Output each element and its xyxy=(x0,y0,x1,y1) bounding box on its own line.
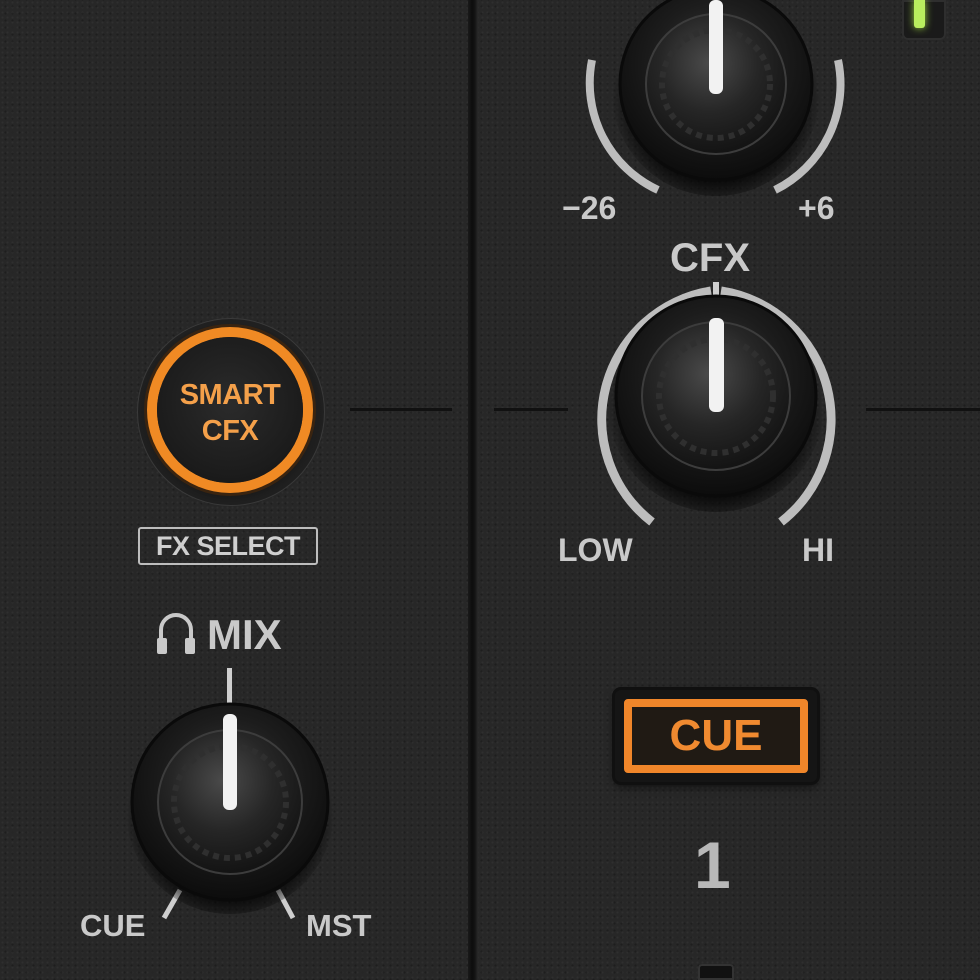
cfx-title: CFX xyxy=(670,236,750,280)
mix-cue-label: CUE xyxy=(80,908,146,943)
trim-min-label: −26 xyxy=(562,190,617,226)
trim-knob[interactable] xyxy=(585,0,845,196)
mix-knob[interactable] xyxy=(126,668,334,920)
fx-select-label: FX SELECT xyxy=(138,527,318,565)
trim-indicator xyxy=(709,0,723,94)
channel-cue-label: CUE xyxy=(624,699,808,773)
cfx-low-label: LOW xyxy=(558,532,633,568)
cfx-hi-label: HI xyxy=(802,532,834,568)
smart-cfx-label-line1: SMART xyxy=(179,379,281,411)
channel-cue-button[interactable]: CUE xyxy=(615,690,817,782)
smart-cfx-button[interactable]: SMART CFX xyxy=(157,337,303,483)
trim-max-label: +6 xyxy=(798,190,835,226)
smart-cfx-label-line2: CFX xyxy=(201,415,259,447)
channel-number: 1 xyxy=(694,828,731,902)
mixer-panel: −26 +6 CFX LOW HI SMART CFX FX SELECT MI… xyxy=(0,0,980,980)
knob-graphics xyxy=(126,0,845,920)
mix-mst-label: MST xyxy=(306,908,372,943)
cfx-indicator xyxy=(709,318,724,412)
mix-indicator xyxy=(223,714,237,810)
mix-title: MIX xyxy=(207,611,282,658)
mix-center-tick xyxy=(227,668,232,704)
cfx-knob[interactable] xyxy=(597,282,836,526)
headphones-icon xyxy=(157,613,195,654)
